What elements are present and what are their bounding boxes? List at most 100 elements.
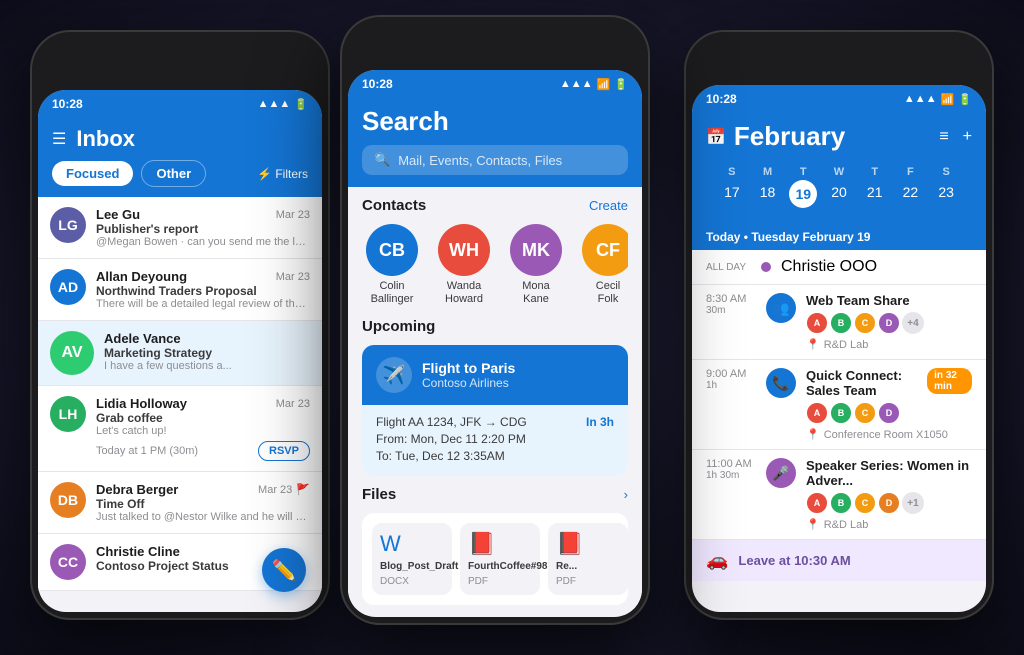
file-name: Re...	[556, 561, 620, 572]
calendar-header: 📅 February ≡ + S M T W T F S 17 18 19	[692, 113, 986, 224]
search-screen: 10:28 ▲▲▲ 📶 🔋 Search 🔍 Mail, Events, Con…	[348, 70, 642, 617]
event-time: 9:00 AM	[706, 368, 756, 380]
event-row[interactable]: 11:00 AM 1h 30m 🎤 Speaker Series: Women …	[692, 450, 986, 540]
location-icon: 📍	[806, 518, 820, 531]
file-item[interactable]: 📕 FourthCoffee#987 PDF	[460, 523, 540, 595]
menu-icon[interactable]: ☰	[52, 129, 66, 149]
rsvp-button[interactable]: RSVP	[258, 441, 310, 461]
email-from: Allan Deyoung	[96, 269, 187, 284]
signal-icon: ▲▲▲	[560, 78, 593, 90]
event-row[interactable]: 9:00 AM 1h 📞 Quick Connect: Sales Team i…	[692, 360, 986, 450]
pdf-icon: 📕	[468, 531, 532, 557]
create-label[interactable]: Create	[589, 198, 628, 213]
event-time-col: 8:30 AM 30m	[706, 293, 756, 316]
contacts-section-header: Contacts Create	[362, 197, 628, 214]
filters-button[interactable]: ⚡ Filters	[257, 167, 308, 181]
event-name: Quick Connect: Sales Team	[806, 368, 927, 398]
upcoming-label: Upcoming	[362, 318, 435, 335]
search-title: Search	[362, 106, 628, 137]
event-time: 8:30 AM	[706, 293, 756, 305]
contact-name: CecilFolk	[596, 280, 620, 306]
day-header-m: M	[750, 164, 786, 180]
flight-route: Flight AA 1234, JFK → CDG	[376, 415, 527, 429]
file-type: PDF	[468, 576, 532, 587]
status-time-right: 10:28	[706, 92, 737, 106]
event-time: 11:00 AM	[706, 458, 756, 470]
cal-date-18[interactable]: 18	[750, 180, 786, 208]
cal-date-20[interactable]: 20	[821, 180, 857, 208]
files-label: Files	[362, 486, 396, 503]
event-icon-circle: 📞	[766, 368, 796, 398]
event-row[interactable]: 8:30 AM 30m 👥 Web Team Share A B C D +4	[692, 285, 986, 360]
phone-search: 10:28 ▲▲▲ 📶 🔋 Search 🔍 Mail, Events, Con…	[340, 15, 650, 625]
calendar-icon: 📅	[706, 127, 726, 147]
search-icon: 🔍	[374, 152, 390, 168]
file-type: PDF	[556, 576, 620, 587]
phone-notch-center	[435, 25, 555, 47]
email-subject: Grab coffee	[96, 411, 310, 425]
contact-item[interactable]: CB ColinBallinger	[362, 224, 422, 306]
event-name: Web Team Share	[806, 293, 972, 308]
cal-date-19-selected[interactable]: 19	[789, 180, 817, 208]
calendar-controls: ≡ +	[939, 128, 972, 146]
compose-button[interactable]: ✏️	[262, 548, 306, 592]
flight-from-row: From: Mon, Dec 11 2:20 PM	[376, 432, 614, 446]
cal-date-17[interactable]: 17	[714, 180, 750, 208]
location-icon: 📍	[806, 338, 820, 351]
flight-card[interactable]: ✈️ Flight to Paris Contoso Airlines	[362, 345, 628, 405]
file-item[interactable]: 📕 Re... PDF	[548, 523, 628, 595]
files-more[interactable]: ›	[624, 487, 628, 502]
avatar: B	[830, 312, 852, 334]
avatar: AV	[50, 331, 94, 375]
contact-item[interactable]: MK MonaKane	[506, 224, 566, 306]
email-date: Mar 23	[258, 484, 292, 496]
cal-date-23[interactable]: 23	[928, 180, 964, 208]
search-content: Contacts Create CB ColinBallinger WH Wan…	[348, 187, 642, 615]
files-section: W Blog_Post_Draft DOCX 📕 FourthCoffee#98…	[362, 513, 628, 605]
inbox-header: ☰ Inbox Focused Other ⚡ Filters	[38, 118, 322, 197]
flight-to-row: To: Tue, Dec 12 3:35AM	[376, 449, 614, 463]
search-placeholder: Mail, Events, Contacts, Files	[398, 153, 562, 168]
email-subject: Northwind Traders Proposal	[96, 284, 310, 298]
add-event-icon[interactable]: +	[963, 128, 972, 146]
phone-icon: 📞	[772, 375, 789, 392]
email-meta: Lidia Holloway Mar 23	[96, 396, 310, 411]
battery-icon: 🔋	[294, 98, 308, 111]
file-name: FourthCoffee#987	[468, 561, 532, 572]
email-from: Lee Gu	[96, 207, 140, 222]
email-item-highlighted[interactable]: AV Adele Vance Marketing Strategy I have…	[38, 321, 322, 386]
contact-name: MonaKane	[522, 280, 550, 306]
event-details: Speaker Series: Women in Adver... A B C …	[806, 458, 972, 531]
email-from: Debra Berger	[96, 482, 178, 497]
email-item[interactable]: DB Debra Berger Mar 23 🚩 Time Off Just t…	[38, 472, 322, 534]
contact-item[interactable]: WH WandaHoward	[434, 224, 494, 306]
day-header-s1: S	[714, 164, 750, 180]
phone-inbox: 10:28 ▲▲▲ 🔋 ☰ Inbox Focused Other ⚡ Filt…	[30, 30, 330, 620]
contact-item[interactable]: CF CecilFolk	[578, 224, 628, 306]
location-text: R&D Lab	[824, 519, 869, 531]
status-icons-center: ▲▲▲ 📶 🔋	[560, 78, 628, 91]
focused-tab[interactable]: Focused	[52, 161, 133, 186]
file-item[interactable]: W Blog_Post_Draft DOCX	[372, 523, 452, 595]
inbox-title: Inbox	[76, 126, 135, 152]
status-time-center: 10:28	[362, 77, 393, 91]
today-banner: Today • Tuesday February 19	[692, 224, 986, 250]
other-tab[interactable]: Other	[141, 160, 206, 187]
cal-date-22[interactable]: 22	[893, 180, 929, 208]
calendar-content: ALL DAY Christie OOO 8:30 AM 30m 👥 Web T…	[692, 250, 986, 581]
search-bar[interactable]: 🔍 Mail, Events, Contacts, Files	[362, 145, 628, 175]
leave-banner: 🚗 Leave at 10:30 AM	[692, 540, 986, 581]
cal-date-21[interactable]: 21	[857, 180, 893, 208]
email-item[interactable]: LH Lidia Holloway Mar 23 Grab coffee Let…	[38, 386, 322, 472]
event-avatars: A B C D +1	[806, 492, 972, 514]
status-bar-center: 10:28 ▲▲▲ 📶 🔋	[348, 70, 642, 98]
list-view-icon[interactable]: ≡	[939, 128, 948, 146]
status-icons-right: ▲▲▲ 📶 🔋	[904, 93, 972, 106]
email-body: Lidia Holloway Mar 23 Grab coffee Let's …	[96, 396, 310, 461]
email-item[interactable]: AD Allan Deyoung Mar 23 Northwind Trader…	[38, 259, 322, 321]
email-subject: Time Off	[96, 497, 310, 511]
files-row: W Blog_Post_Draft DOCX 📕 FourthCoffee#98…	[372, 523, 618, 595]
email-item[interactable]: LG Lee Gu Mar 23 Publisher's report @Meg…	[38, 197, 322, 259]
all-day-event[interactable]: ALL DAY Christie OOO	[692, 250, 986, 285]
email-preview: @Megan Bowen · can you send me the lates…	[96, 236, 310, 248]
